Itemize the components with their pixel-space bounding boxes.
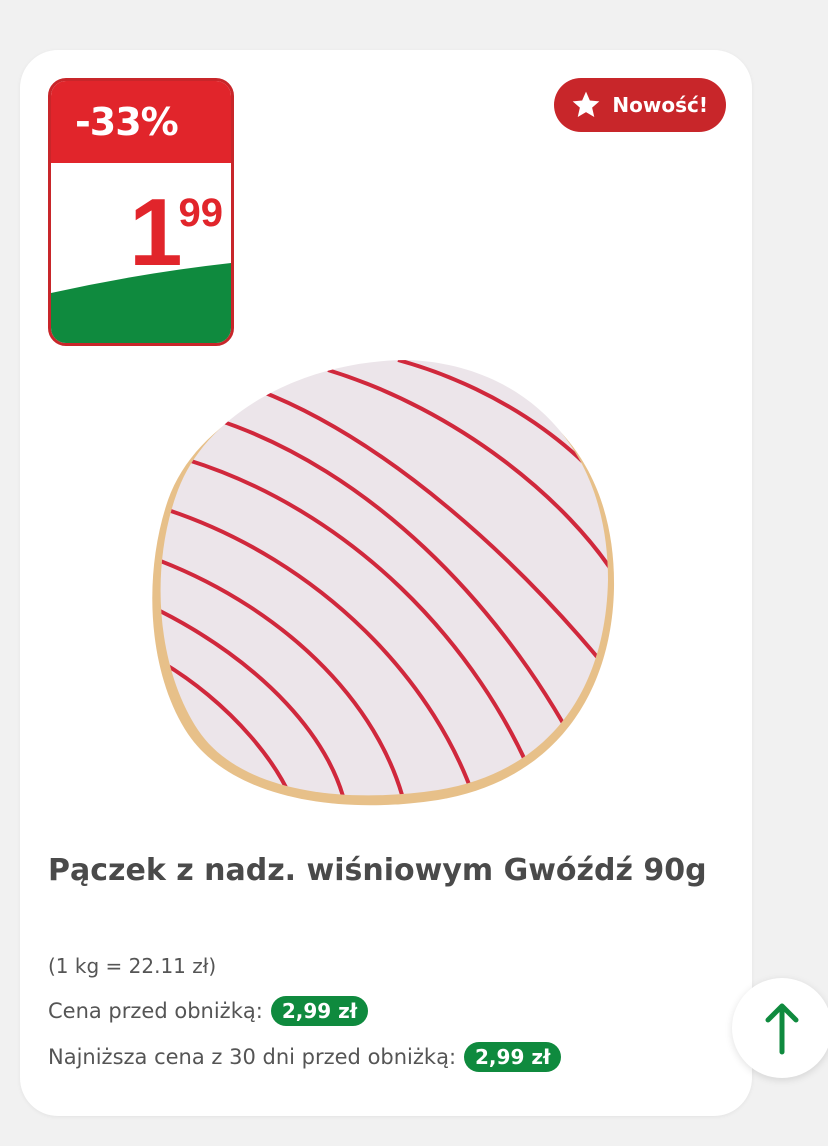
product-card[interactable]: -33% 1 99 Nowość! Pączek z nadz. wiśniow… (20, 50, 752, 1116)
previous-price-label: Cena przed obniżką: (48, 999, 263, 1023)
scroll-to-top-button[interactable] (732, 978, 828, 1078)
arrow-up-icon (765, 1003, 799, 1055)
lowest-price-badge: 2,99 zł (464, 1042, 562, 1072)
promo-price-decimal: 99 (178, 191, 224, 235)
promo-price: 1 99 (129, 179, 224, 286)
lowest-price-label: Najniższa cena z 30 dni przed obniżką: (48, 1045, 457, 1069)
previous-price-row: Cena przed obniżką: 2,99 zł (48, 996, 369, 1026)
unit-price: (1 kg = 22.11 zł) (48, 954, 217, 978)
discount-label: -33% (51, 81, 231, 163)
price-tag: -33% 1 99 (48, 78, 234, 346)
product-image (152, 360, 615, 806)
previous-price-badge: 2,99 zł (270, 996, 369, 1026)
price-tag-body: 1 99 (51, 163, 231, 343)
lowest-price-row: Najniższa cena z 30 dni przed obniżką: 2… (48, 1042, 562, 1072)
new-badge: Nowość! (554, 78, 726, 132)
product-title: Pączek z nadz. wiśniowym Gwóźdź 90g (48, 853, 707, 888)
star-icon (573, 91, 600, 117)
new-badge-label: Nowość! (612, 93, 708, 117)
promo-price-integer: 1 (129, 179, 182, 286)
